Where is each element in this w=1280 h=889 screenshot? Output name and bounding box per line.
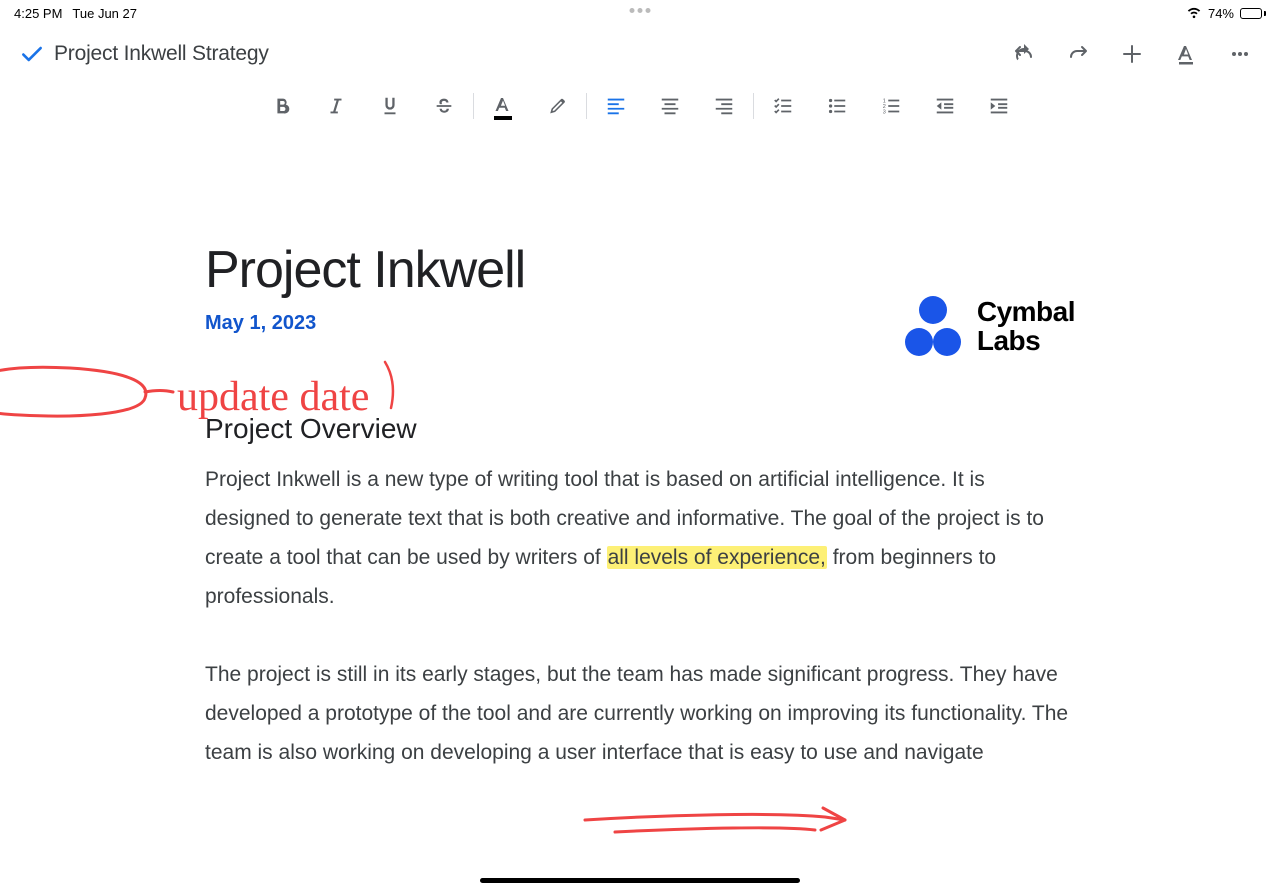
status-date: Tue Jun 27 [72,6,137,21]
formatting-toolbar: 123 [0,82,1280,130]
redo-button[interactable] [1056,32,1100,76]
done-check-button[interactable] [10,41,54,67]
multitask-dots[interactable] [630,8,651,13]
italic-button[interactable] [309,86,363,126]
bulleted-list-button[interactable] [810,86,864,126]
indent-button[interactable] [972,86,1026,126]
logo-mark-icon [905,296,965,356]
align-center-button[interactable] [643,86,697,126]
doc-heading[interactable]: Project Inkwell [205,240,525,300]
battery-percent: 74% [1208,6,1234,21]
text-format-button[interactable] [1164,32,1208,76]
underline-button[interactable] [363,86,417,126]
align-right-button[interactable] [697,86,751,126]
doc-date[interactable]: May 1, 2023 [205,312,316,335]
toolbar-separator [473,93,474,119]
wifi-icon [1186,7,1202,19]
numbered-list-button[interactable]: 123 [864,86,918,126]
text-color-button[interactable] [476,86,530,126]
company-logo: Cymbal Labs [905,296,1075,356]
paragraph-1[interactable]: Project Inkwell is a new type of writing… [205,461,1075,616]
logo-text-line1: Cymbal [977,297,1075,326]
highlight-color-swatch [548,116,566,120]
status-bar: 4:25 PM Tue Jun 27 74% [0,0,1280,26]
app-header: Project Inkwell Strategy [0,26,1280,82]
battery-icon [1240,8,1266,19]
paragraph-2[interactable]: The project is still in its early stages… [205,656,1075,773]
toolbar-separator [753,93,754,119]
document-title[interactable]: Project Inkwell Strategy [54,42,269,66]
para2-underlined: is easy to use and navigate [729,741,984,764]
logo-text-line2: Labs [977,326,1075,355]
svg-text:3: 3 [882,109,885,115]
toolbar-separator [586,93,587,119]
document-canvas[interactable]: Project Inkwell May 1, 2023 Project Over… [0,130,1280,773]
undo-button[interactable] [1002,32,1046,76]
section-heading[interactable]: Project Overview [205,413,1075,445]
para1-highlight: all levels of experience, [607,546,827,569]
home-indicator[interactable] [480,878,800,883]
more-button[interactable] [1218,32,1262,76]
outdent-button[interactable] [918,86,972,126]
checklist-button[interactable] [756,86,810,126]
add-button[interactable] [1110,32,1154,76]
highlight-color-button[interactable] [530,86,584,126]
bold-button[interactable] [255,86,309,126]
align-left-button[interactable] [589,86,643,126]
strikethrough-button[interactable] [417,86,471,126]
text-color-swatch [494,116,512,120]
status-time: 4:25 PM [14,6,62,21]
